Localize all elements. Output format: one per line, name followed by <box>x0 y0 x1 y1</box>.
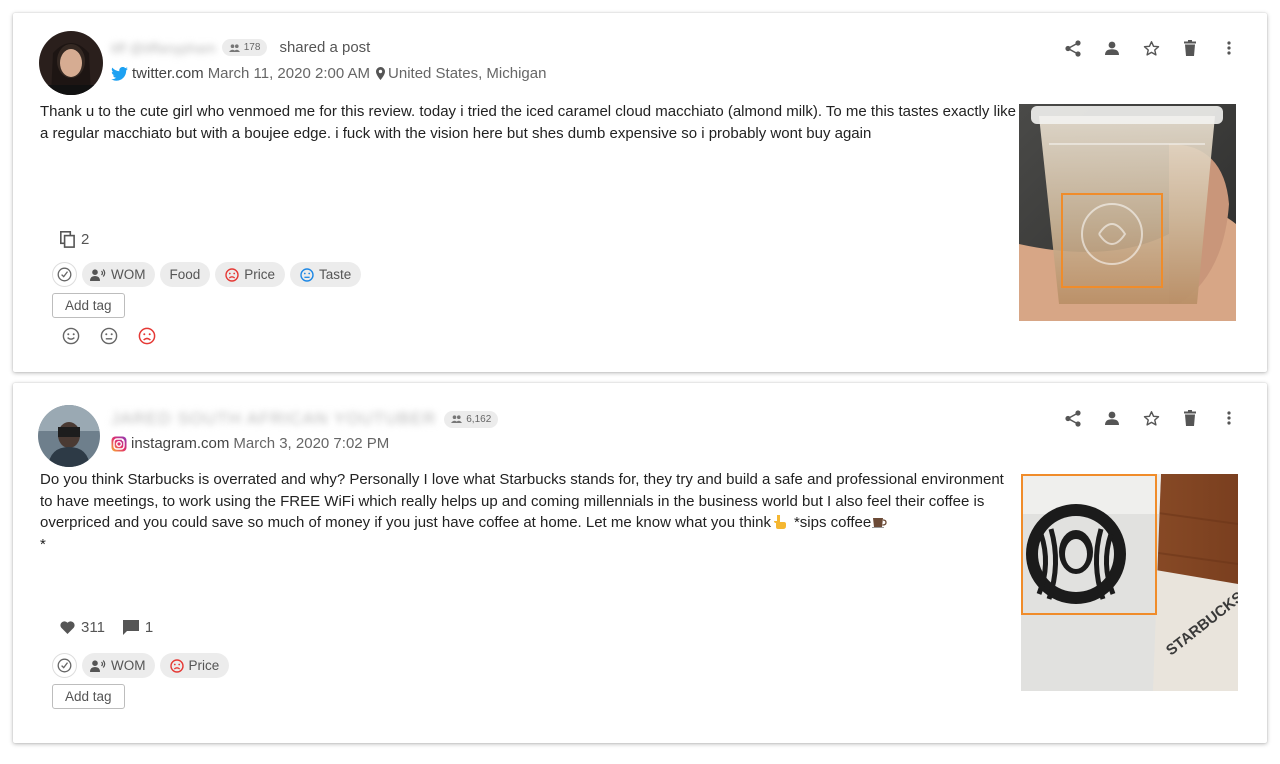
add-tag-button[interactable]: Add tag <box>52 293 125 318</box>
tag-taste[interactable]: Taste <box>290 262 362 287</box>
tag-label: WOM <box>111 267 146 282</box>
add-tag-button[interactable]: Add tag <box>52 684 125 709</box>
negative-face-icon <box>169 658 184 673</box>
comment-icon <box>122 620 139 635</box>
wom-icon <box>90 659 106 672</box>
tag-wom[interactable]: WOM <box>82 262 155 287</box>
more-icon[interactable] <box>1219 408 1239 428</box>
post-action-text: shared a post <box>279 39 371 56</box>
pointing-hand-emoji <box>773 514 786 529</box>
more-icon[interactable] <box>1219 38 1239 58</box>
copy-icon <box>60 231 75 248</box>
group-icon <box>228 43 240 52</box>
post-text: Thank u to the cute girl who venmoed me … <box>40 103 1016 142</box>
twitter-icon <box>111 66 128 81</box>
star-icon[interactable] <box>1141 38 1161 58</box>
post-date: March 3, 2020 7:02 PM <box>233 435 390 452</box>
instagram-icon <box>111 436 127 452</box>
check-tag[interactable] <box>52 653 77 678</box>
source-link[interactable]: twitter.com <box>132 65 204 82</box>
check-tag[interactable] <box>52 262 77 287</box>
wom-icon <box>90 268 106 281</box>
avatar[interactable] <box>38 405 100 467</box>
tag-label: Taste <box>319 267 352 282</box>
post-text: Do you think Starbucks is overrated and … <box>40 469 1006 555</box>
followers-badge: 6,162 <box>444 410 499 428</box>
neutral-face-icon <box>300 267 314 282</box>
group-icon <box>451 415 463 423</box>
negative-face-icon[interactable] <box>138 327 156 345</box>
comments-count: 1 <box>144 619 154 636</box>
positive-face-icon[interactable] <box>62 327 80 345</box>
avatar[interactable] <box>39 31 103 95</box>
tag-label: Food <box>169 267 201 282</box>
followers-count: 178 <box>243 42 261 53</box>
delete-icon[interactable] <box>1180 38 1200 58</box>
delete-icon[interactable] <box>1180 408 1200 428</box>
likes-stat[interactable]: 311 <box>60 619 105 636</box>
post-text-sips: *sips coffee <box>793 514 872 531</box>
post-date: March 11, 2020 2:00 AM <box>207 65 371 82</box>
source-link[interactable]: instagram.com <box>131 435 229 452</box>
followers-count: 6,162 <box>466 413 492 425</box>
coffee-emoji <box>872 513 887 528</box>
followers-badge: 178 <box>221 39 268 56</box>
comments-stat[interactable]: 1 <box>122 619 154 636</box>
tag-label: WOM <box>111 658 146 673</box>
post-image[interactable] <box>1019 104 1236 321</box>
tag-wom[interactable]: WOM <box>82 653 155 678</box>
location-pin-icon <box>376 67 386 80</box>
post-card: tiff @tiffanypham 178 shared a post twit… <box>13 13 1267 372</box>
tag-food[interactable]: Food <box>159 262 211 287</box>
star-icon[interactable] <box>1141 408 1161 428</box>
heart-icon <box>60 621 75 634</box>
post-card: JARED SOUTH AFRICAN YOUTUBER 6,162 insta… <box>13 383 1267 743</box>
tag-label: Price <box>244 267 276 282</box>
person-icon[interactable] <box>1102 408 1122 428</box>
share-icon[interactable] <box>1063 38 1083 58</box>
tag-label: Price <box>188 658 220 673</box>
neutral-face-icon[interactable] <box>100 327 118 345</box>
copies-count: 2 <box>81 231 90 248</box>
author-name[interactable]: tiff @tiffanypham <box>111 40 216 56</box>
negative-face-icon <box>225 267 239 282</box>
post-location: United States, Michigan <box>388 65 547 82</box>
likes-count: 311 <box>81 619 105 636</box>
tag-price[interactable]: Price <box>159 653 230 678</box>
copies-stat[interactable]: 2 <box>60 231 89 248</box>
share-icon[interactable] <box>1063 408 1083 428</box>
post-text-end: * <box>40 535 46 553</box>
check-circle-icon <box>57 658 72 673</box>
tag-price[interactable]: Price <box>215 262 286 287</box>
person-icon[interactable] <box>1102 38 1122 58</box>
post-image[interactable]: STARBUCKS <box>1021 474 1238 691</box>
check-circle-icon <box>57 267 72 282</box>
author-name[interactable]: JARED SOUTH AFRICAN YOUTUBER <box>111 409 436 429</box>
